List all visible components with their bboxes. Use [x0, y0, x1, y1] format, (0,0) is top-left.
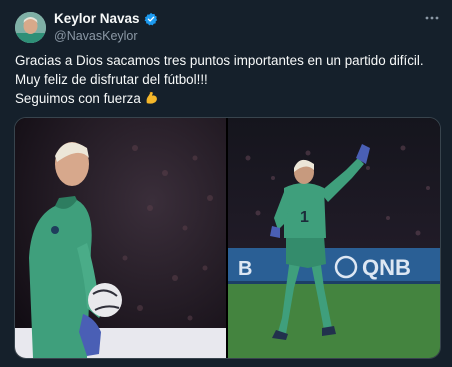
advertising-board-text: QNB — [362, 255, 411, 280]
author-handle[interactable]: @NavasKeylor — [54, 29, 138, 43]
tweet-card: Keylor Navas @NavasKeylor Gracias a Dios… — [0, 0, 452, 367]
tweet-text: Gracias a Dios sacamos tres puntos impor… — [15, 51, 440, 108]
tweet-text-line-content: Seguimos con fuerza — [15, 91, 141, 106]
tweet-text-line: Muy feliz de disfrutar del fútbol!!! — [15, 72, 208, 87]
author-avatar[interactable] — [15, 12, 46, 43]
jersey-number: 1 — [300, 209, 309, 226]
tweet-text-line: Seguimos con fuerza — [15, 89, 440, 108]
svg-text:B: B — [238, 258, 252, 280]
photo-goalkeeper-raising-arm[interactable]: B QNB 1 — [228, 118, 440, 358]
media-grid: B QNB 1 — [14, 117, 441, 359]
author-name[interactable]: Keylor Navas — [54, 11, 140, 26]
tweet-text-line: Gracias a Dios sacamos tres puntos impor… — [15, 53, 424, 68]
verified-badge-icon — [144, 12, 158, 26]
more-options-icon[interactable] — [422, 8, 442, 28]
photo-goalkeeper-holding-ball[interactable] — [15, 118, 226, 358]
flexed-biceps-emoji — [144, 90, 159, 105]
